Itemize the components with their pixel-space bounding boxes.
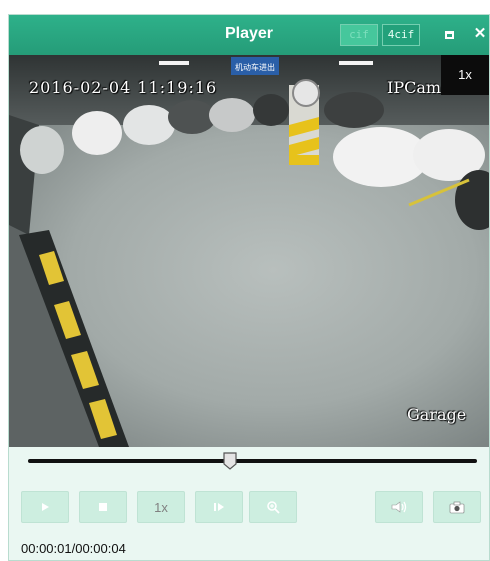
seek-thumb[interactable] <box>223 452 237 470</box>
car-5 <box>209 98 255 132</box>
play-icon <box>42 503 49 511</box>
step-frame-button[interactable] <box>195 491 243 523</box>
player-window: Player cif 4cif ✕ 机动车进出 2016-02-04 11:19… <box>8 14 490 561</box>
car-6 <box>253 94 289 126</box>
speed-button[interactable]: 1x <box>137 491 185 523</box>
playback-timecode: 00:00:01/00:00:04 <box>21 541 126 556</box>
capture-button[interactable] <box>433 491 481 523</box>
osd-timestamp: 2016-02-04 11:19:16 <box>29 78 218 97</box>
cif-resolution-button[interactable]: cif <box>340 24 378 46</box>
video-view[interactable]: 机动车进出 2016-02-04 11:19:16 IPCam Garage 1… <box>9 55 489 447</box>
audio-button[interactable] <box>375 491 423 523</box>
speed-label: 1x <box>154 499 168 515</box>
stop-button[interactable] <box>79 491 127 523</box>
maximize-button[interactable] <box>440 25 458 43</box>
car-7 <box>324 92 384 128</box>
play-button[interactable] <box>21 491 69 523</box>
maximize-icon <box>444 31 454 39</box>
zoom-button[interactable] <box>249 491 297 523</box>
4cif-resolution-button[interactable]: 4cif <box>382 24 420 46</box>
close-button[interactable]: ✕ <box>471 25 489 43</box>
car-3 <box>123 105 175 145</box>
zoom-icon <box>267 501 280 514</box>
convex-mirror <box>292 79 320 107</box>
step-frame-icon <box>214 503 224 511</box>
stop-icon <box>99 503 107 511</box>
video-frame: 机动车进出 <box>9 55 489 447</box>
seek-bar[interactable] <box>28 459 477 463</box>
wall-sign-text: 机动车进出 <box>235 62 275 72</box>
speed-badge: 1x <box>441 55 489 95</box>
car-2 <box>72 111 122 155</box>
title-bar: Player cif 4cif ✕ <box>9 15 489 55</box>
close-icon: ✕ <box>473 25 487 42</box>
capture-icon <box>449 501 465 514</box>
window-title: Player <box>224 25 274 42</box>
osd-camera-name: IPCam <box>387 78 442 97</box>
car-4 <box>168 100 216 134</box>
audio-icon <box>391 501 407 513</box>
osd-location-label: Garage <box>407 405 467 424</box>
car-1 <box>20 126 64 174</box>
